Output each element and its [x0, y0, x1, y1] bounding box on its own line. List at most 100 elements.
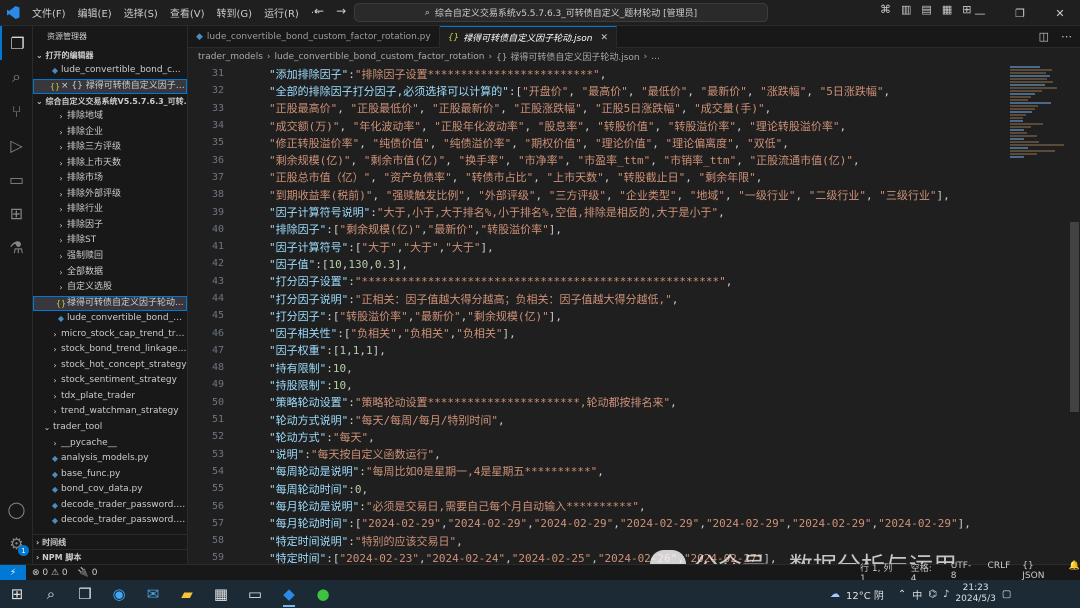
code-line[interactable]: 33 "正股最高价", "正股最低价", "正股最新价", "正股涨跌幅", "正… [188, 100, 1010, 117]
menu-item[interactable]: 选择(S) [118, 5, 164, 20]
menu-item[interactable]: 编辑(E) [72, 5, 118, 20]
tree-item[interactable]: › 排除行业 [33, 202, 187, 218]
task-view-icon[interactable]: ❒ [68, 580, 102, 608]
tree-item[interactable]: › 自定义选股 [33, 280, 187, 296]
tree-item[interactable]: › 排除ST [33, 233, 187, 249]
tree-item[interactable]: ◆ analysis_models.py [33, 451, 187, 467]
code-line[interactable]: 45 "打分因子":["转股溢价率","最新价","剩余规模(亿)"], [188, 307, 1010, 324]
tree-item[interactable]: ◆ base_func.py [33, 467, 187, 483]
code-line[interactable]: 56 "每月轮动是说明":"必须是交易日,需要自己每个月自动输入*********… [188, 497, 1010, 514]
code-line[interactable]: 55 "每周轮动时间":0, [188, 480, 1010, 497]
tree-item[interactable]: ◆ bond_cov_data.py [33, 482, 187, 498]
tree-item[interactable]: › 排除因子 [33, 218, 187, 234]
code-line[interactable]: 49 "持股限制":10, [188, 376, 1010, 393]
breadcrumb-item[interactable]: ... [651, 52, 660, 62]
menu-item[interactable]: 文件(F) [26, 5, 72, 20]
sidebar-bottom-section[interactable]: › NPM 脚本 [33, 549, 187, 564]
code-line[interactable]: 41 "因子计算符号":["大于","大于","大于"], [188, 238, 1010, 255]
tree-item[interactable]: ◆ decode_trader_password.cp... [33, 498, 187, 514]
search-icon[interactable]: ⌕ [0, 60, 33, 94]
editor-tab[interactable]: ◆ lude_convertible_bond_custom_factor_rot… [188, 26, 440, 48]
tree-item[interactable]: ⌄ trader_tool [33, 420, 187, 436]
code-line[interactable]: 39 "因子计算符号说明":"大于,小于,大于排名%,小于排名%,空值,排除是相反… [188, 203, 1010, 220]
code-line[interactable]: 46 "因子相关性":["负相关","负相关","负相关"], [188, 324, 1010, 341]
minimap[interactable] [1008, 65, 1066, 564]
code-line[interactable]: 51 "轮动方式说明":"每天/每周/每月/特别时间", [188, 411, 1010, 428]
back-arrow-icon[interactable]: ← [314, 4, 324, 18]
open-editor-item[interactable]: {} × {} 禄得可转债自定义因子轮... [33, 78, 187, 95]
tree-item[interactable]: ◆ decode_trader_password.cp... [33, 513, 187, 529]
menu-item[interactable]: 转到(G) [211, 5, 259, 20]
windows-start-icon[interactable]: ⊞ [0, 580, 34, 608]
file-explorer-icon[interactable]: ▰ [170, 580, 204, 608]
toggle-secondary-sidebar-icon[interactable]: ▦ [942, 3, 952, 16]
open-editor-item[interactable]: ◆ lude_convertible_bond_c... [33, 63, 187, 79]
volume-icon[interactable]: ♪ [943, 589, 949, 600]
menu-item[interactable]: 运行(R) [258, 5, 305, 20]
split-editor-icon[interactable]: ◫ [1039, 30, 1049, 43]
editor-tab[interactable]: {} 禄得可转债自定义因子轮动.json ✕ [439, 26, 617, 48]
mail-icon[interactable]: ✉ [136, 580, 170, 608]
tree-item[interactable]: › stock_bond_trend_linkage_st... [33, 342, 187, 358]
close-icon[interactable]: ✕ [1040, 0, 1080, 26]
store-icon[interactable]: ▦ [204, 580, 238, 608]
tree-item[interactable]: › 排除上市天数 [33, 156, 187, 172]
explorer-icon[interactable]: ❐ [0, 26, 33, 60]
remote-indicator[interactable]: ⚡ [0, 564, 26, 581]
code-line[interactable]: 40 "排除因子":["剩余规模(亿)","最新价","转股溢价率"], [188, 221, 1010, 238]
edge-browser-icon[interactable]: ◉ [102, 580, 136, 608]
code-line[interactable]: 47 "因子权重":[1,1,1], [188, 342, 1010, 359]
editor-scrollbar[interactable] [1070, 222, 1079, 412]
ime-indicator[interactable]: 中 [912, 587, 922, 602]
code-line[interactable]: 57 "每月轮动时间":["2024-02-29","2024-02-29","2… [188, 515, 1010, 532]
vscode-taskbar-icon[interactable]: ◆ [272, 580, 306, 608]
minimize-icon[interactable]: — [960, 0, 1000, 26]
account-icon[interactable]: ◯ [0, 492, 33, 526]
more-actions-icon[interactable]: ⋯ [1061, 30, 1072, 43]
terminal-icon[interactable]: ▭ [238, 580, 272, 608]
manage-gear-icon[interactable]: ⚙ 1 [0, 526, 33, 560]
tree-item[interactable]: › 排除三方评级 [33, 140, 187, 156]
wechat-taskbar-icon[interactable]: ● [306, 580, 340, 608]
tree-item[interactable]: › tdx_plate_trader [33, 389, 187, 405]
tree-item[interactable]: › 强制赎回 [33, 249, 187, 265]
code-editor[interactable]: 31 "添加排除因子":"排除因子设置**********************… [188, 65, 1010, 564]
run-debug-icon[interactable]: ▷ [0, 128, 33, 162]
weather-text[interactable]: 12°C 阴 [846, 587, 884, 602]
workspace-section[interactable]: ⌄ 综合自定义交易系统V5.5.7.6.3_可转... [33, 94, 187, 109]
tree-item[interactable]: › trend_watchman_strategy [33, 404, 187, 420]
forward-arrow-icon[interactable]: → [336, 4, 346, 18]
network-icon[interactable]: ⌬ [928, 589, 937, 600]
close-icon[interactable]: ✕ [600, 33, 608, 43]
copilot-icon[interactable]: ⌘ [880, 3, 891, 16]
tree-item[interactable]: › 全部数据 [33, 265, 187, 281]
code-line[interactable]: 44 "打分因子说明":"正相关：因子值越大得分越高；负相关：因子值越大得分越低,… [188, 290, 1010, 307]
code-line[interactable]: 36 "剩余规模(亿)", "剩余市值(亿)", "换手率", "市净率", "市… [188, 151, 1010, 168]
tree-item[interactable]: › __pycache__ [33, 436, 187, 452]
testing-icon[interactable]: ⚗ [0, 230, 33, 264]
tree-item[interactable]: › 排除地域 [33, 109, 187, 125]
breadcrumb-item[interactable]: {} 禄得可转债自定义因子轮动.json [496, 50, 640, 63]
tree-item[interactable]: › stock_sentiment_strategy [33, 373, 187, 389]
toggle-primary-sidebar-icon[interactable]: ▥ [901, 3, 911, 16]
code-line[interactable]: 54 "每周轮动是说明":"每周比如0是星期一,4是星期五**********", [188, 463, 1010, 480]
tree-item[interactable]: › 排除外部评级 [33, 187, 187, 203]
notification-icon[interactable]: ▢ [1002, 589, 1011, 600]
code-line[interactable]: 50 "策略轮动设置":"策略轮动设置**********************… [188, 394, 1010, 411]
source-control-icon[interactable]: ⑂ [0, 94, 33, 128]
code-line[interactable]: 48 "持有限制":10, [188, 359, 1010, 376]
tree-item[interactable]: › stock_hot_concept_strategy [33, 358, 187, 374]
code-line[interactable]: 53 "说明":"每天按自定义函数运行", [188, 446, 1010, 463]
code-line[interactable]: 32 "全部的排除因子打分因子,必须选择可以计算的":["开盘价", "最高价",… [188, 82, 1010, 99]
open-editors-section[interactable]: ⌄ 打开的编辑器 [33, 48, 187, 63]
maximize-icon[interactable]: ❐ [1000, 0, 1040, 26]
ports-indicator[interactable]: 🔌 0 [78, 568, 98, 578]
breadcrumb-item[interactable]: lude_convertible_bond_custom_factor_rota… [275, 52, 485, 62]
clock[interactable]: 21:23 2024/5/3 [955, 583, 995, 605]
tree-item[interactable]: {} 禄得可转债自定义因子轮动... [33, 295, 187, 312]
remote-explorer-icon[interactable]: ▭ [0, 162, 33, 196]
taskbar-search-icon[interactable]: ⌕ [34, 580, 68, 608]
toggle-panel-icon[interactable]: ▤ [921, 3, 931, 16]
code-line[interactable]: 42 "因子值":[10,130,0.3], [188, 255, 1010, 272]
extensions-icon[interactable]: ⊞ [0, 196, 33, 230]
